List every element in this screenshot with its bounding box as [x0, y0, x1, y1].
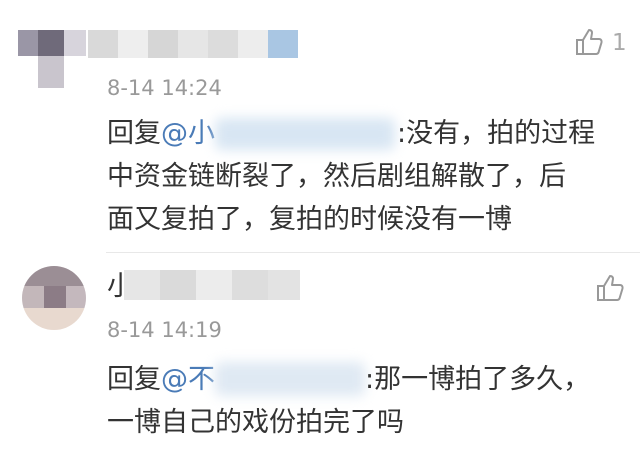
- comment-body: 回复@不 :那一博拍了多久， 一博自己的戏份拍完了吗: [107, 358, 627, 444]
- comment-line: 中资金链断裂了，然后剧组解散了，后: [107, 161, 566, 192]
- comment-item: 小 8-14 14:19 回复@不 :那一博拍了多久， 一博自己的戏份拍完了吗: [0, 254, 640, 459]
- comment-line-text: :没有，拍的过程: [397, 118, 596, 149]
- username-obscured: [124, 270, 300, 300]
- mention-link[interactable]: @小: [161, 118, 215, 149]
- like-count: 1: [612, 30, 627, 56]
- comment-line: 面又复拍了，复拍的时候没有一博: [107, 204, 512, 235]
- thumbs-up-icon: [597, 275, 624, 301]
- comment-line: 回复@不 :那一博拍了多久，: [107, 358, 627, 401]
- username-obscured[interactable]: [88, 30, 298, 58]
- avatar[interactable]: [22, 266, 86, 330]
- reply-label: 回复: [107, 364, 161, 395]
- mention-obscured: [215, 118, 395, 150]
- comment-item: 8-14 14:24 1 回复@小 :没有，拍的过程 中资金链断裂了，然后剧组解…: [0, 0, 640, 254]
- divider: [106, 252, 640, 253]
- like-button[interactable]: [573, 26, 605, 58]
- avatar[interactable]: [18, 30, 86, 88]
- mention-link[interactable]: @不: [161, 364, 215, 395]
- thumbs-up-icon: [576, 29, 603, 55]
- comment-timestamp: 8-14 14:19: [107, 318, 222, 342]
- comment-timestamp: 8-14 14:24: [107, 76, 222, 100]
- comment-line: 回复@小 :没有，拍的过程: [107, 112, 627, 155]
- reply-label: 回复: [107, 118, 161, 149]
- like-button[interactable]: [594, 272, 626, 304]
- comment-line: 一博自己的戏份拍完了吗: [107, 407, 404, 438]
- comment-body: 回复@小 :没有，拍的过程 中资金链断裂了，然后剧组解散了，后 面又复拍了，复拍…: [107, 112, 627, 241]
- comment-line-text: :那一博拍了多久，: [365, 364, 591, 395]
- mention-obscured: [215, 362, 365, 396]
